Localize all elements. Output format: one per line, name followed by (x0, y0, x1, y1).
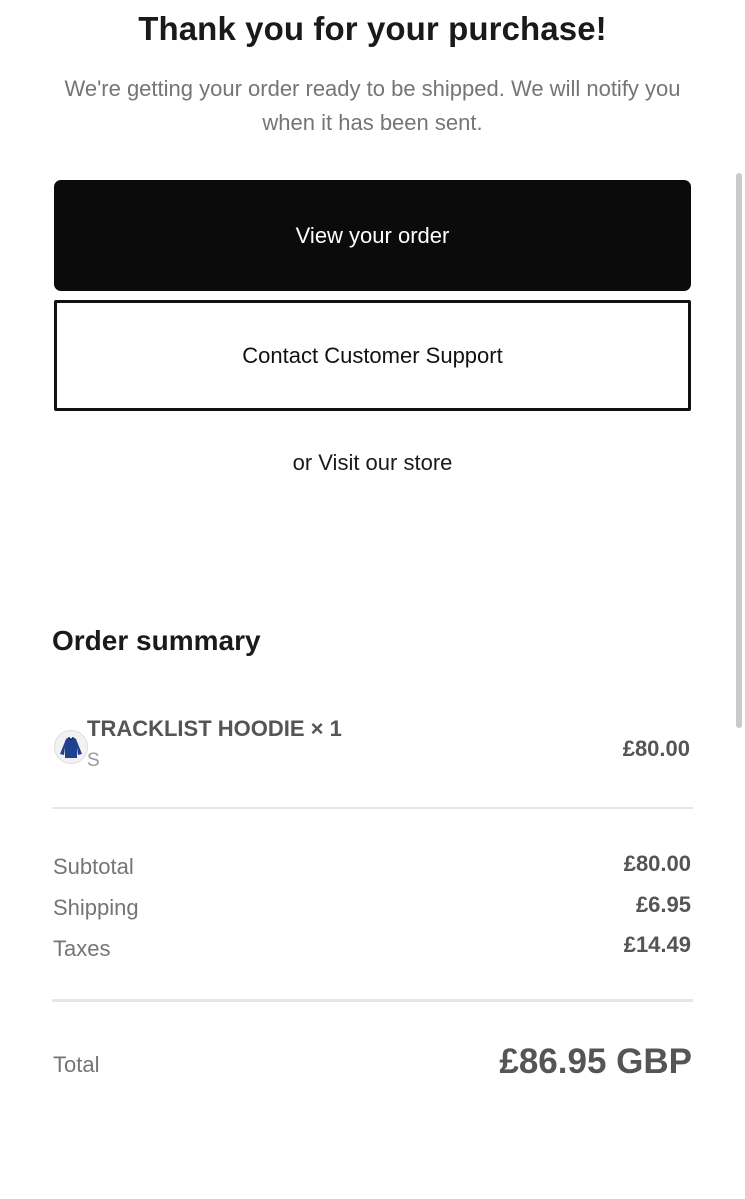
total-label: Total (53, 1052, 100, 1077)
contact-support-button-label: Contact Customer Support (242, 342, 503, 368)
total-value: £86.95 GBP (499, 1042, 692, 1081)
product-price: £80.00 (622, 736, 690, 761)
shipping-label: Shipping (53, 895, 139, 920)
subtotal-label: Subtotal (53, 854, 134, 879)
divider (52, 807, 693, 809)
divider (52, 999, 693, 1002)
view-order-button[interactable]: View your order (54, 180, 691, 291)
visit-store-row: or Visit our store (0, 450, 745, 476)
scrollbar[interactable] (736, 173, 742, 728)
order-confirmation-page: Thank you for your purchase! We're getti… (0, 0, 745, 1199)
product-variant: S (87, 750, 100, 771)
product-name: TRACKLIST HOODIE × 1 (87, 716, 342, 741)
page-title: Thank you for your purchase! (138, 10, 607, 47)
product-thumbnail (54, 730, 88, 764)
taxes-value: £14.49 (623, 932, 691, 957)
order-summary-heading: Order summary (52, 625, 261, 656)
subtotal-value: £80.00 (623, 851, 691, 876)
contact-support-button[interactable]: Contact Customer Support (54, 300, 691, 411)
view-order-button-label: View your order (295, 222, 450, 248)
shipping-value: £6.95 (635, 892, 691, 917)
confirmation-message: We're getting your order ready to be shi… (64, 76, 681, 135)
visit-store-link[interactable]: or Visit our store (293, 450, 453, 475)
taxes-label: Taxes (53, 936, 111, 961)
hoodie-icon (60, 736, 82, 758)
